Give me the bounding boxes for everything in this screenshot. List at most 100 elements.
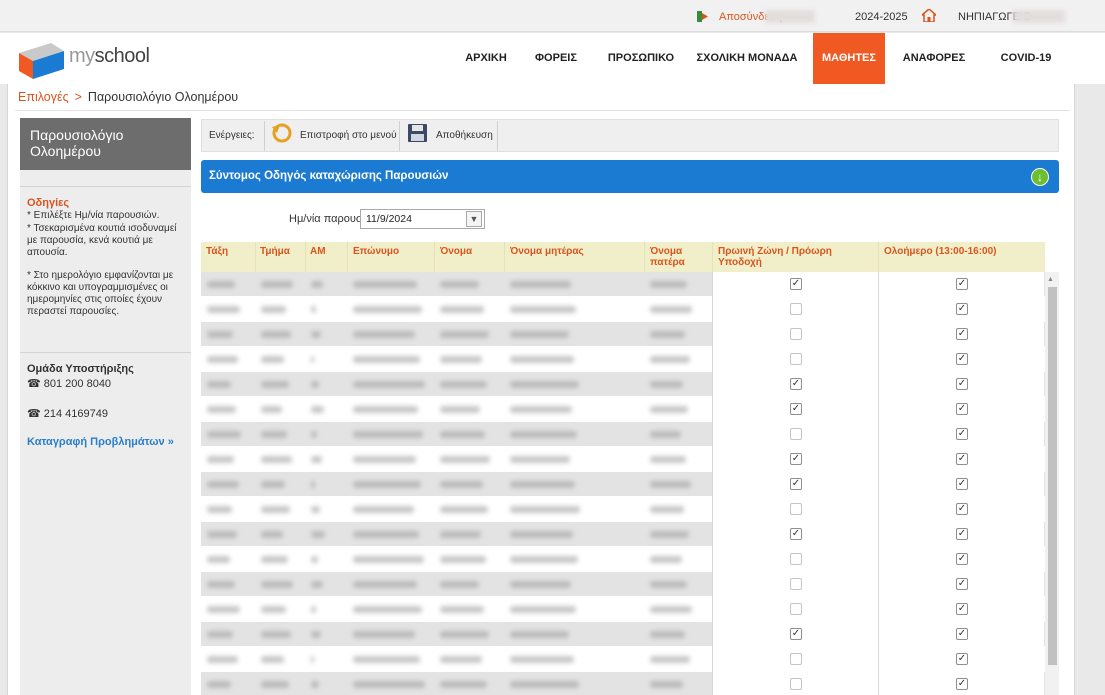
nav-covid[interactable]: COVID-19 [990,33,1062,84]
redacted-cell [440,431,485,438]
allday-checkbox[interactable]: ✓ [956,453,968,465]
allday-checkbox-cell: ✓ [878,272,1044,297]
col-allday[interactable]: Ολοήμερο (13:00-16:00) [884,246,997,257]
allday-checkbox[interactable]: ✓ [956,503,968,515]
redacted-cell [510,306,576,313]
redacted-cell [207,556,230,563]
scrollbar-thumb[interactable] [1048,287,1057,665]
col-surname[interactable]: Επώνυμο [353,246,399,257]
allday-checkbox[interactable]: ✓ [956,603,968,615]
early-zone-checkbox[interactable]: ✓ [790,278,802,290]
nav-bodies[interactable]: ΦΟΡΕΙΣ [525,33,587,84]
chevron-down-icon[interactable]: ▼ [466,211,482,227]
redacted-cell [510,656,574,663]
redacted-cell [353,631,415,638]
actions-label: Ενέργειες: [209,130,255,141]
toolbar-divider [264,121,265,151]
early-zone-checkbox[interactable]: ✓ [790,628,802,640]
col-class[interactable]: Τάξη [206,246,228,257]
allday-checkbox[interactable]: ✓ [956,428,968,440]
breadcrumb-options-link[interactable]: Επιλογές [18,90,69,104]
redacted-cell [353,506,414,513]
allday-checkbox[interactable]: ✓ [956,628,968,640]
redacted-cell [261,406,282,413]
nav-home[interactable]: ΑΡΧΙΚΗ [456,33,516,84]
allday-checkbox[interactable]: ✓ [956,678,968,690]
allday-checkbox[interactable]: ✓ [956,378,968,390]
allday-checkbox[interactable]: ✓ [956,303,968,315]
table-row: ✓ [201,647,1045,672]
back-to-menu-button[interactable]: Επιστροφή στο μενού [300,130,397,141]
scroll-up-icon[interactable]: ▲ [1047,276,1054,283]
early-zone-checkbox[interactable] [790,678,802,690]
early-zone-checkbox[interactable] [790,603,802,615]
early-zone-checkbox[interactable]: ✓ [790,478,802,490]
early-zone-checkbox[interactable] [790,428,802,440]
col-mother-name[interactable]: Όνομα μητέρας [510,246,584,257]
toolbar-divider [399,121,400,151]
save-icon[interactable] [408,124,427,142]
allday-checkbox[interactable]: ✓ [956,528,968,540]
early-zone-checkbox-cell [712,647,878,672]
col-name[interactable]: Όνομα [440,246,472,257]
allday-checkbox[interactable]: ✓ [956,578,968,590]
logout-icon[interactable] [697,11,709,22]
early-zone-checkbox[interactable]: ✓ [790,453,802,465]
back-arrow-icon[interactable] [271,123,293,143]
report-problems-link[interactable]: Καταγραφή Προβλημάτων » [27,436,174,448]
redacted-cell [353,481,421,488]
sidebar-title: Παρουσιολόγιο Ολοημέρου [20,118,191,170]
arrow-down-circle-icon[interactable]: ↓ [1031,168,1049,186]
col-early-zone[interactable]: Πρωινή Ζώνη / Πρόωρη Υποδοχή [718,246,832,268]
redacted-cell [311,581,323,588]
allday-checkbox[interactable]: ✓ [956,278,968,290]
save-button[interactable]: Αποθήκευση [436,130,493,141]
nav-staff[interactable]: ΠΡΟΣΩΠΙΚΟ [600,33,682,84]
redacted-cell [510,381,579,388]
allday-checkbox[interactable]: ✓ [956,353,968,365]
home-icon[interactable] [922,9,936,22]
nav-school-unit[interactable]: ΣΧΟΛΙΚΗ ΜΟΝΑΔΑ [692,33,802,84]
table-row: ✓ ✓ [201,372,1045,397]
redacted-cell [440,656,482,663]
instruction-1: * Επιλέξτε Ημ/νία παρουσιών. [27,210,160,221]
myschool-logo-icon[interactable] [19,41,64,79]
myschool-logo-text[interactable]: myschool [69,45,150,68]
divider [15,110,1070,111]
header-divider [305,242,306,272]
redacted-cell [440,631,489,638]
redacted-cell [440,406,480,413]
early-zone-checkbox[interactable]: ✓ [790,528,802,540]
redacted-cell [650,381,683,388]
early-zone-checkbox[interactable] [790,553,802,565]
early-zone-checkbox[interactable] [790,503,802,515]
early-zone-checkbox[interactable] [790,328,802,340]
early-zone-checkbox[interactable] [790,353,802,365]
instruction-3: * Στο ημερολόγιο εμφανίζονται με κόκκινο… [27,270,174,317]
early-zone-checkbox[interactable] [790,653,802,665]
allday-checkbox[interactable]: ✓ [956,653,968,665]
allday-checkbox[interactable]: ✓ [956,403,968,415]
col-father-name[interactable]: Όνομα πατέρα [650,246,685,268]
col-am[interactable]: ΑΜ [310,246,326,257]
allday-checkbox[interactable]: ✓ [956,553,968,565]
redacted-cell [207,531,237,538]
allday-checkbox[interactable]: ✓ [956,478,968,490]
instructions-heading: Οδηγίες [27,197,70,209]
table-row: ✓ [201,597,1045,622]
quick-guide-title[interactable]: Σύντομος Οδηγός καταχώρισης Παρουσιών [209,170,448,182]
nav-students[interactable]: ΜΑΘΗΤΕΣ [813,33,885,84]
early-zone-checkbox[interactable] [790,303,802,315]
col-early-zone-line2: Υποδοχή [718,257,762,268]
early-zone-checkbox[interactable]: ✓ [790,403,802,415]
col-section[interactable]: Τμήμα [260,246,290,257]
header-divider [255,242,256,272]
nav-reports[interactable]: ΑΝΑΦΟΡΕΣ [893,33,975,84]
early-zone-checkbox-cell: ✓ [712,397,878,422]
allday-checkbox[interactable]: ✓ [956,328,968,340]
redacted-cell [650,556,682,563]
table-row: ✓ ✓ [201,622,1045,647]
early-zone-checkbox[interactable] [790,578,802,590]
early-zone-checkbox[interactable]: ✓ [790,378,802,390]
redacted-cell [261,531,283,538]
